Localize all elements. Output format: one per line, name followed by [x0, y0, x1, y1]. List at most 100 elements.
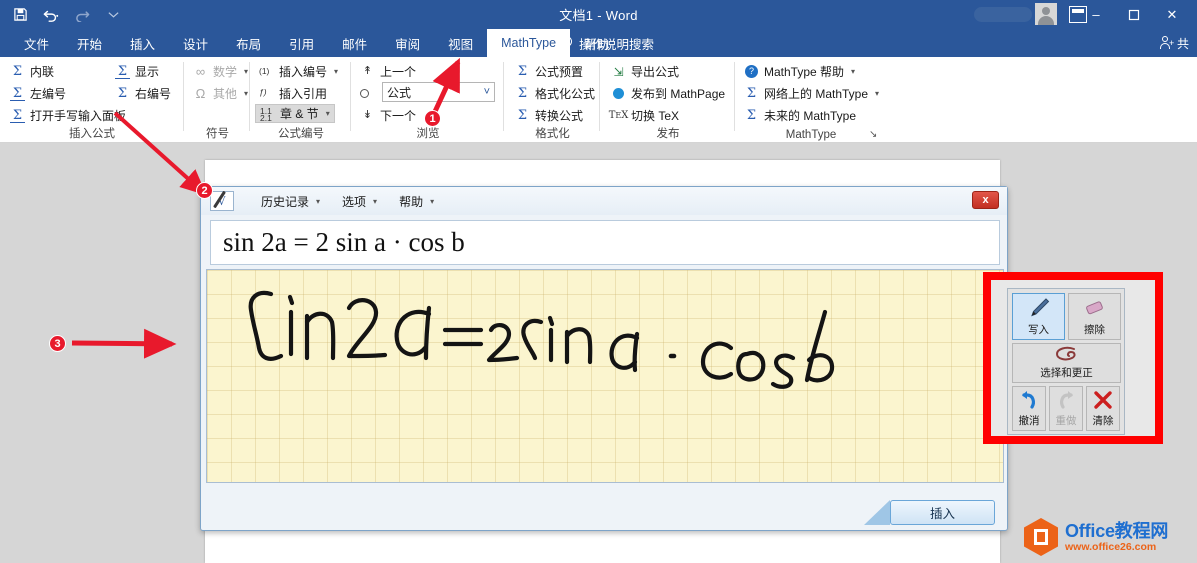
browse-target-combo[interactable]: 公式 ˅: [382, 82, 495, 102]
equation-preferences-icon: Σ: [515, 64, 530, 79]
tab-insert[interactable]: 插入: [116, 29, 169, 57]
ribbon-item-label: 打开手写输入面板: [30, 107, 126, 124]
annotation-marker-2: 2: [196, 182, 213, 199]
ribbon-item-label: 下一个: [380, 107, 416, 124]
tab-layout[interactable]: 布局: [222, 29, 275, 57]
tab-file[interactable]: 文件: [10, 29, 63, 57]
undo-arrow-icon: [1019, 387, 1039, 413]
export-equations-icon: ⇲: [611, 64, 626, 79]
options-menu[interactable]: 选项 ▾: [331, 190, 388, 213]
mathtype-handwriting-dialog: √ 历史记录 ▾ 选项 ▾ 帮助 ▾ x sin 2a = 2 sin a · …: [200, 186, 1008, 531]
ribbon-item-mathtype-on-web[interactable]: Σ 网络上的 MathType ▾: [744, 84, 879, 103]
account-name-pill: [974, 7, 1032, 22]
ribbon-tab-strip: 文件 开始 插入 设计 布局 引用 邮件 审阅 视图 MathType 帮助 操…: [0, 29, 1197, 57]
redo-arrow-icon: [1056, 387, 1076, 413]
handwriting-tool-panel: 写入 擦除 选择和更正 撤消 重做: [1007, 288, 1125, 435]
ribbon-item-equation-preferences[interactable]: Σ 公式预置: [515, 62, 583, 81]
tab-mathtype[interactable]: MathType: [487, 29, 570, 57]
mathtype-handwriting-icon[interactable]: √: [210, 191, 234, 211]
minimize-button[interactable]: –: [1077, 0, 1115, 29]
browse-target-icon: [360, 89, 369, 98]
chevron-down-icon: ▾: [316, 197, 320, 206]
tool-panel-highlight: 写入 擦除 选择和更正 撤消 重做: [983, 272, 1163, 444]
watermark-site-url: www.office26.com: [1065, 541, 1168, 553]
ribbon-item-format-equations[interactable]: Σ 格式化公式: [515, 84, 595, 103]
ribbon-group-label: 公式编号: [251, 125, 351, 141]
tab-review[interactable]: 审阅: [381, 29, 434, 57]
chevron-down-icon: ▾: [244, 67, 248, 76]
insert-button-tail: [864, 500, 890, 525]
chevron-down-icon: ▾: [326, 109, 330, 118]
ribbon-item-math[interactable]: ∞ 数学 ▾: [193, 62, 248, 81]
ribbon-item-next[interactable]: ↡ 下一个: [360, 106, 416, 125]
publish-mathpage-icon: [611, 86, 626, 101]
insert-button[interactable]: 插入: [890, 500, 995, 525]
ribbon-item-label: 格式化公式: [535, 85, 595, 102]
ribbon-item-publish-mathpage[interactable]: 发布到 MathPage: [611, 84, 725, 103]
chevron-down-icon: ▾: [851, 67, 855, 76]
ribbon-item-convert-equations[interactable]: Σ 转换公式: [515, 106, 583, 125]
dialog-close-button[interactable]: x: [972, 191, 999, 209]
select-correct-label: 选择和更正: [1040, 365, 1093, 380]
lasso-icon: [1052, 344, 1082, 365]
ribbon-item-label: 显示: [135, 63, 159, 80]
handwriting-canvas[interactable]: [206, 269, 1004, 483]
ribbon-item-label: 公式预置: [535, 63, 583, 80]
ribbon-item-open-handwriting-panel[interactable]: Σ 打开手写输入面板: [10, 106, 126, 125]
ribbon-item-insert-number[interactable]: (1) 插入编号 ▾: [259, 62, 338, 81]
select-correct-button[interactable]: 选择和更正: [1012, 343, 1121, 383]
ribbon-item-chapter-section[interactable]: 1.12.1 章 & 节 ▾: [255, 104, 335, 123]
ribbon-item-previous[interactable]: ↟ 上一个: [360, 62, 416, 81]
ribbon-item-label: 内联: [30, 63, 54, 80]
avatar[interactable]: [1035, 3, 1057, 25]
ribbon-item-toggle-tex[interactable]: TEX 切换 TeX: [611, 106, 679, 125]
ribbon-item-label: 导出公式: [631, 63, 679, 80]
undo-button[interactable]: 撤消: [1012, 386, 1046, 431]
ribbon-item-inline[interactable]: Σ 内联: [10, 62, 54, 81]
history-menu-label: 历史记录: [261, 193, 309, 210]
erase-tool-button[interactable]: 擦除: [1068, 293, 1121, 340]
ribbon-item-export-equations[interactable]: ⇲ 导出公式: [611, 62, 679, 81]
ribbon-item-label: 插入引用: [279, 85, 327, 102]
dialog-launcher-icon[interactable]: ↘: [869, 129, 880, 140]
tab-view[interactable]: 视图: [434, 29, 487, 57]
chevron-down-icon: ▾: [875, 89, 879, 98]
tab-mailings[interactable]: 邮件: [328, 29, 381, 57]
tab-home[interactable]: 开始: [63, 29, 116, 57]
reference-icon: ƒ): [259, 86, 274, 101]
ribbon-item-label: 其他: [213, 85, 237, 102]
ribbon-item-left-numbered[interactable]: Σ 左编号: [10, 84, 66, 103]
ribbon-item-other[interactable]: Ω 其他 ▾: [193, 84, 248, 103]
ribbon-item-mathtype-future[interactable]: Σ 未来的 MathType: [744, 106, 856, 125]
ribbon-item-label: MathType 帮助: [764, 63, 844, 80]
ribbon-group-label: 格式化: [505, 125, 600, 141]
chevron-down-icon: ▾: [334, 67, 338, 76]
write-tool-label: 写入: [1028, 322, 1049, 337]
pen-icon: [1026, 294, 1052, 322]
annotation-marker-1: 1: [424, 110, 441, 127]
dialog-menubar: 历史记录 ▾ 选项 ▾ 帮助 ▾: [250, 190, 445, 213]
restore-button[interactable]: [1115, 0, 1153, 29]
tab-design[interactable]: 设计: [169, 29, 222, 57]
share-button[interactable]: + 共: [1159, 29, 1189, 57]
clear-button[interactable]: 清除: [1086, 386, 1120, 431]
tab-references[interactable]: 引用: [275, 29, 328, 57]
equation-preview-text: sin 2a = 2 sin a · cos b: [223, 227, 465, 258]
close-button[interactable]: ✕: [1153, 0, 1191, 29]
ribbon-group-publish: ⇲ 导出公式 发布到 MathPage TEX 切换 TeX 发布: [601, 57, 735, 143]
help-icon: ?: [744, 64, 759, 79]
ribbon-item-insert-reference[interactable]: ƒ) 插入引用: [259, 84, 327, 103]
ribbon-tabs: 文件 开始 插入 设计 布局 引用 邮件 审阅 视图 MathType 帮助: [10, 29, 623, 57]
ribbon-item-label: 切换 TeX: [631, 107, 679, 124]
tell-me-search[interactable]: 操作说明搜索: [560, 29, 654, 57]
next-icon: ↡: [360, 108, 375, 123]
history-menu[interactable]: 历史记录 ▾: [250, 190, 331, 213]
ribbon-item-mathtype-help[interactable]: ? MathType 帮助 ▾: [744, 62, 855, 81]
help-menu[interactable]: 帮助 ▾: [388, 190, 445, 213]
ribbon-item-display[interactable]: Σ 显示: [115, 62, 159, 81]
numbered-paren-icon: (1): [259, 64, 274, 79]
write-tool-button[interactable]: 写入: [1012, 293, 1065, 340]
help-menu-label: 帮助: [399, 193, 423, 210]
ribbon-item-right-numbered[interactable]: Σ 右编号: [115, 84, 171, 103]
chevron-down-icon: ▾: [430, 197, 434, 206]
